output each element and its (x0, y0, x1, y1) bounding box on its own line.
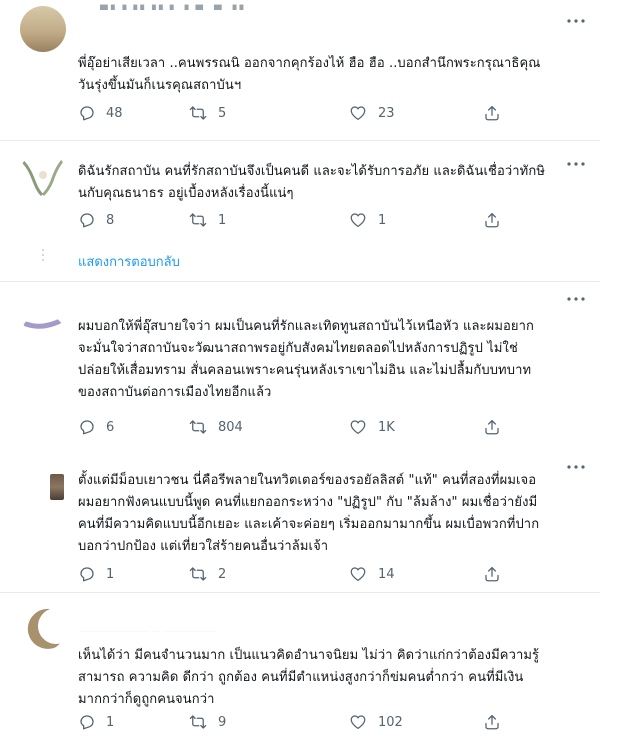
retweet-count: 2 (218, 566, 227, 582)
tweet-text: ตั้งแต่มีม็อบเยาวชน นี่คือรีพลายในทวิตเต… (78, 470, 588, 558)
like-count: 1 (378, 212, 387, 228)
heart-icon (350, 213, 366, 228)
retweet-count: 9 (218, 714, 227, 730)
share-button[interactable] (483, 210, 501, 230)
tweet-text-line: มากกว่าก็ดูถูกคนจนกว่า (78, 692, 215, 707)
tweet-text: เห็นได้ว่า มีคนจำนวนมาก เป็นแนวคิดอำนาจน… (78, 645, 588, 711)
retweet-button[interactable]: 2 (188, 564, 226, 584)
retweet-count: 1 (218, 212, 227, 228)
like-button[interactable]: 102 (348, 712, 403, 732)
reply-count: 1 (106, 714, 115, 730)
like-count: 14 (378, 566, 395, 582)
share-icon (485, 105, 499, 121)
tweet-actions: 1 9 102 (78, 712, 518, 732)
reply-icon (80, 213, 94, 228)
tweet-text: ดิฉันรักสถาบัน คนที่รักสถาบันจึงเป็นคนดี… (78, 161, 588, 205)
like-button[interactable]: 1K (348, 417, 395, 437)
avatar[interactable] (20, 605, 66, 651)
share-icon (485, 419, 499, 435)
tweet[interactable]: ตั้งแต่มีม็อบเยาวชน นี่คือรีพลายในทวิตเต… (0, 452, 600, 592)
thread-connector (42, 249, 45, 264)
reply-count: 1 (106, 566, 115, 582)
like-button[interactable]: 23 (348, 103, 395, 123)
avatar[interactable] (20, 314, 66, 360)
reply-button[interactable]: 8 (78, 210, 114, 230)
tweet-text: พี่อุ๊อย่าเสียเวลา ..คนพรรณนิ ออกจากคุกร… (78, 53, 588, 97)
reply-icon (80, 715, 94, 730)
reply-count: 6 (106, 419, 115, 435)
reply-icon (80, 567, 94, 582)
tweet-text-line: คนที่มีความคิดแบบนี้อีกเยอะ และเค้าจะค่อ… (78, 517, 540, 532)
tweet-text-line: สามารถ ความคิด ดีกว่า ถูกต้อง คนที่มีตำแ… (78, 670, 524, 685)
tweet-text-line: จะมั่นใจว่าสถาบันจะวัฒนาสถาพรอยู่กับสังค… (78, 341, 518, 356)
tweet-text-line: วันรุ่งขึ้นมันก็เนรคุณสถาบันฯ (78, 78, 242, 93)
share-button[interactable] (483, 712, 501, 732)
reply-icon (80, 420, 94, 435)
tweet-text-line: ปล่อยให้เสื่อมทราม สั่นคลอนเพราะคนรุ่นหล… (78, 363, 532, 378)
reply-count: 48 (106, 105, 123, 121)
retweet-icon (189, 106, 207, 120)
more-icon[interactable] (566, 16, 586, 26)
tweet-text-line: พี่อุ๊อย่าเสียเวลา ..คนพรรณนิ ออกจากคุกร… (78, 56, 541, 71)
retweet-icon (189, 420, 207, 434)
avatar[interactable] (20, 151, 66, 197)
share-icon (485, 566, 499, 582)
share-icon (485, 714, 499, 730)
share-button[interactable] (483, 103, 501, 123)
retweet-button[interactable]: 5 (188, 103, 226, 123)
avatar[interactable] (50, 474, 64, 500)
like-count: 1K (378, 419, 395, 435)
tweet[interactable]: ดิฉันรักสถาบัน คนที่รักสถาบันจึงเป็นคนดี… (0, 141, 600, 281)
like-button[interactable]: 1 (348, 210, 386, 230)
like-button[interactable]: 14 (348, 564, 395, 584)
tweet-actions: 6 804 1K (78, 417, 518, 437)
reply-icon (80, 106, 94, 121)
reply-button[interactable]: 6 (78, 417, 114, 437)
tweet[interactable]: ผมบอกให้พี่อุ๊สบายใจว่า ผมเป็นคนที่รักแล… (0, 282, 600, 452)
tweet-text-line: ผมบอกให้พี่อุ๊สบายใจว่า ผมเป็นคนที่รักแล… (78, 319, 535, 334)
share-icon (485, 212, 499, 228)
tweet-text-line: ดิฉันรักสถาบัน คนที่รักสถาบันจึงเป็นคนดี… (78, 164, 545, 179)
tweet[interactable]: ▔▔▔▔▔▔▔▔▔ ▔ ▔▔▔▔▔▔▔ เห็นได้ว่า มีคนจำนวน… (0, 593, 600, 749)
retweet-count: 804 (218, 419, 243, 435)
tweet-text-line: นกับคุณธนาธร อยู่เบื้องหลังเรื่องนี้แน่ๆ (78, 186, 294, 201)
tweet-text: ผมบอกให้พี่อุ๊สบายใจว่า ผมเป็นคนที่รักแล… (78, 316, 588, 404)
tweet-text-line: ของสถาบันต่อการเมืองไทยอีกแล้ว (78, 385, 272, 400)
tweet-header-cropped: ▔▔▔▔▔▔▔▔▔ ▔ ▔▔▔▔▔▔▔ (80, 631, 218, 641)
heart-icon (350, 420, 366, 435)
retweet-icon (189, 213, 207, 227)
retweet-icon (189, 567, 207, 581)
tweet-text-line: บอกว่าปกป้อง แต่เที่ยวใส่ร้ายคนอื่นว่าล้… (78, 539, 329, 554)
like-count: 102 (378, 714, 403, 730)
more-icon[interactable] (566, 294, 586, 304)
avatar[interactable] (20, 6, 66, 52)
reply-count: 8 (106, 212, 115, 228)
tweet-header-cropped: ▄ ▖▗ ▗ ▖▗ ▖ ▖ ▗ ▗▖ ▗▖ ▗ ▖ (100, 0, 248, 10)
tweet-text-line: ตั้งแต่มีม็อบเยาวชน นี่คือรีพลายในทวิตเต… (78, 473, 537, 488)
tweet-actions: 1 2 14 (78, 564, 518, 584)
like-count: 23 (378, 105, 395, 121)
retweet-button[interactable]: 804 (188, 417, 243, 437)
reply-button[interactable]: 1 (78, 564, 114, 584)
tweet-actions: 48 5 23 (78, 103, 518, 123)
share-button[interactable] (483, 564, 501, 584)
retweet-button[interactable]: 9 (188, 712, 226, 732)
tweet-text-line: เห็นได้ว่า มีคนจำนวนมาก เป็นแนวคิดอำนาจน… (78, 648, 540, 663)
heart-icon (350, 106, 366, 121)
heart-icon (350, 715, 366, 730)
reply-button[interactable]: 48 (78, 103, 123, 123)
tweet-text-line: ผมอยากฟังคนแบบนี้พูด คนที่แยกออกระหว่าง … (78, 495, 538, 510)
tweet-actions: 8 1 1 (78, 210, 518, 230)
tweet[interactable]: ▄ ▖▗ ▗ ▖▗ ▖ ▖ ▗ ▗▖ ▗▖ ▗ ▖ พี่อุ๊อย่าเสีย… (0, 0, 600, 140)
retweet-button[interactable]: 1 (188, 210, 226, 230)
retweet-icon (189, 715, 207, 729)
show-replies-link[interactable]: แสดงการตอบกลับ (78, 251, 180, 272)
retweet-count: 5 (218, 105, 227, 121)
heart-icon (350, 567, 366, 582)
share-button[interactable] (483, 417, 501, 437)
reply-button[interactable]: 1 (78, 712, 114, 732)
